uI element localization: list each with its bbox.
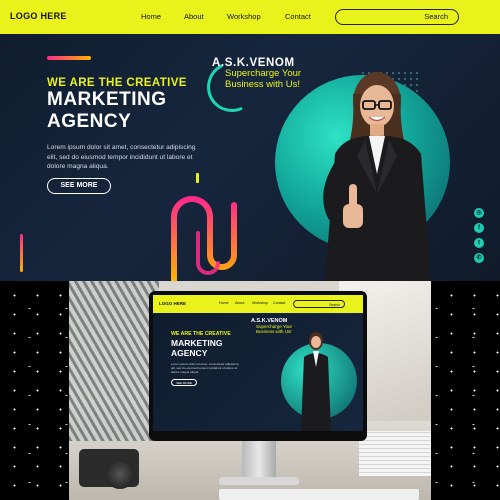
instagram-icon[interactable]: ◎ <box>474 208 484 218</box>
headline-line-1: MARKETING <box>47 89 167 110</box>
monitor-screen: LOGO HERE Home About Workshop Contact Se… <box>153 295 363 431</box>
logo[interactable]: LOGO HERE <box>10 11 67 21</box>
mockup-nav-workshop: Workshop <box>252 301 269 305</box>
page: LOGO HERE Home About Workshop Contact Se… <box>0 0 500 500</box>
book-stack <box>359 431 431 476</box>
monitor-foot <box>219 477 299 485</box>
mockup-businesswoman <box>301 332 331 431</box>
desk-mockup-photo: LOGO HERE Home About Workshop Contact Se… <box>69 281 431 500</box>
camera-lens-icon <box>105 459 135 489</box>
hero-headline: MARKETING AGENCY <box>47 89 217 133</box>
search-button[interactable]: Search <box>424 12 448 21</box>
mockup-logo: LOGO HERE <box>159 301 187 306</box>
facebook-icon[interactable]: f <box>474 223 484 233</box>
mockup-nav-bar: LOGO HERE Home About Workshop Contact Se… <box>153 295 363 313</box>
businesswoman-photo <box>323 72 431 281</box>
nav-link-home[interactable]: Home <box>141 12 161 21</box>
hero-body-text: Lorem ipsum dolor sit amet, consectetur … <box>47 144 196 170</box>
search-input[interactable]: Search <box>335 9 459 25</box>
hero-tagline: WE ARE THE CREATIVE <box>47 77 187 89</box>
see-more-button[interactable]: SEE MORE <box>47 178 111 194</box>
mockup-body-text: Lorem ipsum dolor sit amet, consectetur … <box>171 362 239 375</box>
gradient-loop-graphic <box>171 196 237 281</box>
mockup-search: Search <box>293 300 345 308</box>
keyboard <box>219 489 419 500</box>
mockup-search-label: Search <box>329 302 340 307</box>
mockup-nav-about: About <box>235 301 245 305</box>
mockup-nav-home: Home <box>219 301 229 305</box>
monitor: LOGO HERE Home About Workshop Contact Se… <box>149 291 367 441</box>
hero-section: LOGO HERE Home About Workshop Contact Se… <box>0 0 500 281</box>
headline-line-2: AGENCY <box>47 111 132 132</box>
mockup-headline: MARKETING AGENCY <box>171 338 251 358</box>
nav-link-contact[interactable]: Contact <box>285 12 311 21</box>
nav-link-about[interactable]: About <box>184 12 204 21</box>
mockup-see-more: SEE MORE <box>171 379 197 386</box>
mockup-headline-1: MARKETING <box>171 338 223 348</box>
mockup-headline-2: AGENCY <box>171 348 208 358</box>
monitor-stand <box>242 441 276 481</box>
gradient-tick <box>20 234 23 272</box>
yellow-dash <box>196 173 199 183</box>
mockup-nav-contact: Contact <box>273 301 286 305</box>
nav-link-workshop[interactable]: Workshop <box>227 12 261 21</box>
accent-line <box>47 56 91 60</box>
plant-decor <box>69 281 159 441</box>
whatsapp-icon[interactable]: ✆ <box>474 253 484 263</box>
twitter-icon[interactable]: t <box>474 238 484 248</box>
mockup-tagline: WE ARE THE CREATIVE <box>171 331 231 337</box>
top-nav-bar: LOGO HERE Home About Workshop Contact Se… <box>0 0 500 34</box>
